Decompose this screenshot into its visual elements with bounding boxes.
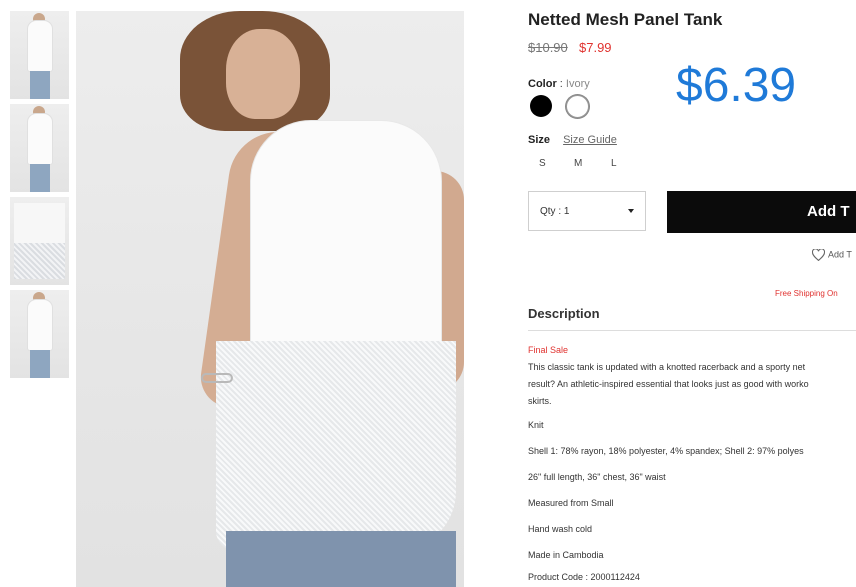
final-sale-label: Final Sale <box>528 345 569 355</box>
color-value: Ivory <box>565 78 590 90</box>
thumb-tank <box>28 114 52 164</box>
detail-measured-from: Measured from Small <box>528 498 614 508</box>
highlight-price: $6.39 <box>676 59 797 112</box>
color-label: Color <box>528 78 557 90</box>
size-option-m[interactable]: M <box>574 158 582 169</box>
description-heading: Description <box>528 306 600 321</box>
detail-measurements: 26" full length, 36" chest, 36" waist <box>528 472 666 482</box>
wishlist-label: Add T <box>828 249 852 260</box>
detail-care: Hand wash cold <box>528 524 593 534</box>
size-option-s[interactable]: S <box>539 158 546 169</box>
swatch-black[interactable] <box>530 95 552 117</box>
detail-product-code: Product Code : 2000112424 <box>528 572 640 582</box>
thumb-jeans <box>30 71 50 99</box>
thumbnail-3[interactable] <box>10 197 69 285</box>
thumb-jeans <box>30 164 50 192</box>
size-option-l[interactable]: L <box>611 158 617 169</box>
add-to-wishlist-link[interactable]: Add T <box>811 248 852 262</box>
size-label: Size <box>528 134 551 146</box>
product-title: Netted Mesh Panel Tank <box>528 10 723 29</box>
description-line: result? An athletic-inspired essential t… <box>528 379 809 389</box>
thumb-mesh-detail <box>14 243 65 279</box>
model-bracelet <box>201 373 233 383</box>
quantity-select[interactable]: Qty : 1 <box>528 191 646 231</box>
thumb-tank <box>28 300 52 350</box>
original-price: $10.90 <box>528 40 568 55</box>
sale-price: $7.99 <box>579 40 612 55</box>
color-separator: : <box>559 78 563 90</box>
description-line: This classic tank is updated with a knot… <box>528 362 806 372</box>
model-jeans <box>226 531 456 587</box>
detail-fabric: Knit <box>528 420 544 430</box>
chevron-down-icon <box>628 209 634 213</box>
detail-origin: Made in Cambodia <box>528 550 604 560</box>
main-product-image[interactable] <box>76 11 464 587</box>
thumbnail-list <box>10 11 69 383</box>
thumbnail-4[interactable] <box>10 290 69 378</box>
size-label-row: Size Size Guide <box>528 134 617 146</box>
swatch-ivory[interactable] <box>566 95 589 118</box>
description-paragraph: This classic tank is updated with a knot… <box>528 359 856 410</box>
description-divider <box>528 330 856 331</box>
thumb-tank <box>28 21 52 71</box>
thumb-fabric-top <box>14 203 65 243</box>
heart-icon <box>811 248 826 262</box>
free-shipping-notice: Free Shipping On <box>775 289 838 298</box>
detail-content: Shell 1: 78% rayon, 18% polyester, 4% sp… <box>528 446 804 456</box>
quantity-label: Qty : 1 <box>540 206 570 217</box>
thumb-jeans <box>30 350 50 378</box>
model-face <box>226 29 300 119</box>
add-to-bag-button[interactable]: Add T <box>667 191 856 233</box>
size-guide-link[interactable]: Size Guide <box>563 134 617 146</box>
model-mesh-panel <box>216 341 456 551</box>
description-line: skirts. <box>528 396 552 406</box>
thumbnail-1[interactable] <box>10 11 69 99</box>
thumbnail-2[interactable] <box>10 104 69 192</box>
color-label-row: Color : Ivory <box>528 78 590 90</box>
